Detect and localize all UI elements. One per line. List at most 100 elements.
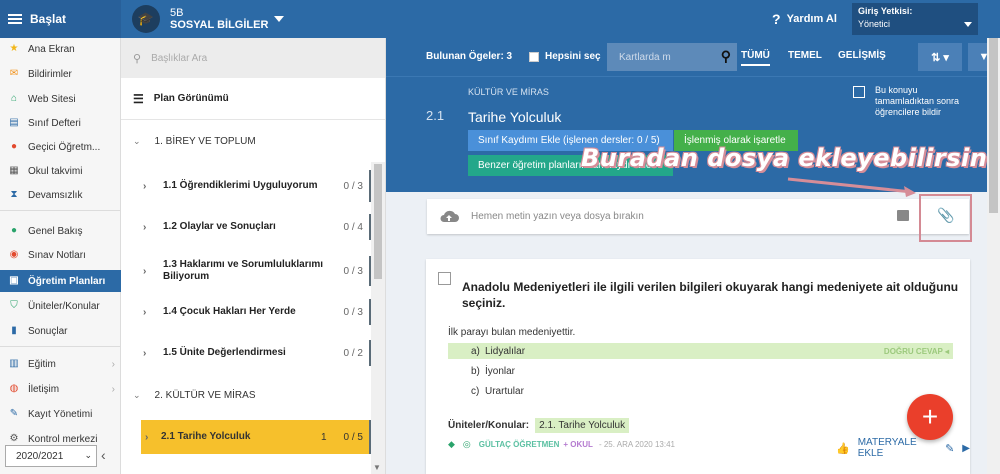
- content-scrollbar[interactable]: [987, 38, 1000, 474]
- tab-temel[interactable]: TEMEL: [788, 50, 822, 61]
- sidebar-item-web-sitesi[interactable]: ⌂ Web Sitesi: [0, 88, 121, 110]
- sidebar-item-bildirimler[interactable]: ✉ Bildirimler: [0, 63, 121, 85]
- answer-option: a) Lidyalılar DOĞRU CEVAP ◂: [448, 343, 953, 359]
- sort-button[interactable]: ⇅ ▾: [918, 43, 962, 71]
- topics-search-input[interactable]: ⚲ Başlıklar Ara: [121, 38, 385, 78]
- topic-item[interactable]: › 1.2 Olaylar ve Sonuçları 0 / 4: [143, 214, 373, 240]
- teacher-name: GÜLTAÇ ÖĞRETMEN: [478, 440, 560, 449]
- select-all-checkbox[interactable]: Hepsini seç: [529, 51, 601, 62]
- course-code: 5B: [170, 7, 184, 19]
- collapse-sidebar-icon[interactable]: ‹: [101, 447, 106, 463]
- home-icon: ⌂: [10, 93, 18, 104]
- briefcase-icon: ▣: [9, 275, 19, 286]
- caret-down-icon: [274, 16, 285, 22]
- tag-icon[interactable]: ◆: [448, 439, 455, 450]
- help-button[interactable]: ? Yardım Al: [772, 11, 837, 27]
- sidebar-item-okul-takvimi[interactable]: ▦ Okul takvimi: [0, 160, 121, 182]
- nav-divider: [0, 210, 121, 211]
- thumbs-up-icon[interactable]: 👍: [836, 442, 850, 455]
- question-meta: ◆ ◎ GÜLTAÇ ÖĞRETMEN + OKUL - 25. ARA 202…: [448, 439, 675, 450]
- school-year-select[interactable]: 2020/2021 ⌄: [5, 445, 97, 467]
- section-header[interactable]: ⌄ 1. BİREY VE TOPLUM: [121, 126, 371, 156]
- sidebar-item-kayit-yonetimi[interactable]: ✎ Kayıt Yönetimi: [0, 403, 121, 425]
- topic-title: Tarihe Yolculuk: [468, 109, 562, 125]
- chevron-right-icon: ›: [145, 431, 149, 443]
- sidebar-item-gecici-ogretmen[interactable]: ● Geçici Öğretm...: [0, 136, 121, 158]
- question-card: Anadolu Medeniyetleri ile ilgili verilen…: [426, 259, 970, 474]
- auth-role-select[interactable]: Giriş Yetkisi: Yönetici: [852, 3, 978, 35]
- chevron-down-icon: ⌄: [84, 450, 92, 460]
- question-checkbox[interactable]: [438, 272, 451, 285]
- top-bar: Başlat 🎓 5B SOSYAL BİLGİLER ? Yardım Al …: [0, 0, 1000, 38]
- globe-icon[interactable]: ◎: [463, 439, 471, 450]
- topic-item-active[interactable]: › 2.1 Tarihe Yolculuk 1 0 / 5: [141, 420, 373, 454]
- topic-item[interactable]: › 1.1 Öğrendiklerimi Uyguluyorum 0 / 3: [143, 170, 373, 202]
- topics-scrollbar[interactable]: ▼: [371, 162, 385, 474]
- tab-tumu[interactable]: TÜMÜ: [741, 50, 770, 66]
- cloud-upload-icon: [440, 210, 459, 222]
- question-icon: ?: [772, 11, 781, 27]
- search-icon[interactable]: ⚲: [721, 48, 731, 65]
- notify-students-label: Bu konuyu tamamladıktan sonra öğrenciler…: [875, 85, 960, 117]
- notebook-icon: ▤: [9, 117, 19, 128]
- sort-icon: ⇅ ▾: [931, 51, 949, 64]
- chevron-right-icon: ›: [111, 383, 115, 395]
- sidebar-item-genel-bakis[interactable]: ● Genel Bakış: [0, 220, 121, 242]
- chat-icon: ◍: [9, 383, 19, 394]
- user-icon: ●: [10, 141, 18, 152]
- card-search-input[interactable]: Kartlarda m ⚲: [607, 43, 737, 71]
- notify-students-checkbox[interactable]: [853, 86, 865, 98]
- list-icon: ☰: [133, 91, 144, 106]
- hamburger-icon: [8, 14, 22, 24]
- hourglass-icon: ⧗: [10, 189, 18, 200]
- topic-number: 2.1: [426, 108, 445, 123]
- annotation-text: Buradan dosya ekleyebilirsiniz: [581, 144, 1000, 172]
- left-sidebar: ★ Ana Ekran ✉ Bildirimler ⌂ Web Sitesi ▤ Sın…: [0, 38, 121, 474]
- graduation-cap-icon: 🎓: [132, 5, 160, 33]
- unit-tag[interactable]: 2.1. Tarihe Yolculuk: [535, 418, 630, 433]
- sidebar-item-sinav-notlari[interactable]: ◉ Sınav Notları: [0, 244, 121, 266]
- question-title: Anadolu Medeniyetleri ile ilgili verilen…: [462, 280, 959, 310]
- answer-option: c) Urartular: [471, 385, 524, 397]
- topic-item[interactable]: › 1.3 Haklarımı ve Sorumluluklarımı Bili…: [143, 256, 373, 286]
- sidebar-item-ana-ekran[interactable]: ★ Ana Ekran: [0, 38, 121, 60]
- search-icon: ⚲: [133, 52, 142, 65]
- image-icon[interactable]: [897, 210, 909, 221]
- correct-answer-badge: DOĞRU CEVAP ◂: [883, 346, 949, 356]
- plan-view-button[interactable]: ☰ Plan Görünümü: [121, 78, 385, 120]
- sidebar-item-iletisim[interactable]: ◍ İletişim ›: [0, 378, 121, 400]
- chevron-down-icon: ⌄: [133, 135, 141, 146]
- tab-gelismis[interactable]: GELİŞMİŞ: [838, 50, 886, 61]
- sidebar-item-ogretim-planlari[interactable]: ▣ Öğretim Planları: [0, 270, 121, 292]
- topic-header: Bulunan Ögeler: 3 Hepsini seç Kartlarda …: [386, 38, 1000, 192]
- upload-dropzone[interactable]: Hemen metin yazın veya dosya bırakın 📎: [427, 199, 969, 234]
- sidebar-item-devamsizlik[interactable]: ⧗ Devamsızlık: [0, 184, 121, 206]
- chevron-down-icon: ⌄: [133, 389, 141, 400]
- sidebar-item-sinif-defteri[interactable]: ▤ Sınıf Defteri: [0, 112, 121, 134]
- calendar-icon: ▦: [9, 165, 19, 176]
- add-fab-button[interactable]: +: [907, 394, 953, 440]
- start-menu-button[interactable]: Başlat: [0, 0, 121, 38]
- circle-icon: ●: [10, 225, 18, 236]
- units-row: Üniteler/Konular: 2.1. Tarihe Yolculuk: [448, 418, 630, 433]
- sidebar-item-sonuclar[interactable]: ▮ Sonuçlar: [0, 320, 121, 342]
- sidebar-item-uniteler-konular[interactable]: ⛉ Üniteler/Konular: [0, 295, 121, 317]
- course-name: SOSYAL BİLGİLER: [170, 19, 269, 31]
- add-to-material-button[interactable]: 👍 MATERYALE EKLE ✎ ▶: [836, 437, 970, 459]
- course-selector[interactable]: 🎓 5B SOSYAL BİLGİLER: [132, 3, 285, 35]
- section-header[interactable]: ⌄ 2. KÜLTÜR VE MİRAS: [121, 380, 371, 410]
- education-icon: ▥: [9, 358, 19, 369]
- help-label: Yardım Al: [786, 13, 837, 25]
- scrollbar-thumb[interactable]: [374, 164, 382, 279]
- sidebar-item-egitim[interactable]: ▥ Eğitim ›: [0, 353, 121, 375]
- topics-panel: ⚲ Başlıklar Ara ☰ Plan Görünümü ⌄ 1. BİR…: [121, 38, 386, 474]
- scrollbar-thumb[interactable]: [989, 38, 998, 213]
- scroll-down-icon[interactable]: ▼: [373, 463, 381, 472]
- question-date: - 25. ARA 2020 13:41: [598, 440, 675, 449]
- pencil-icon[interactable]: ✎: [945, 442, 954, 455]
- topic-item[interactable]: › 1.5 Ünite Değerlendirmesi 0 / 2: [143, 340, 373, 366]
- checkbox[interactable]: [529, 51, 539, 62]
- chevron-right-icon: ›: [143, 306, 147, 318]
- play-icon[interactable]: ▶: [962, 443, 970, 454]
- topic-item[interactable]: › 1.4 Çocuk Hakları Her Yerde 0 / 3: [143, 299, 373, 325]
